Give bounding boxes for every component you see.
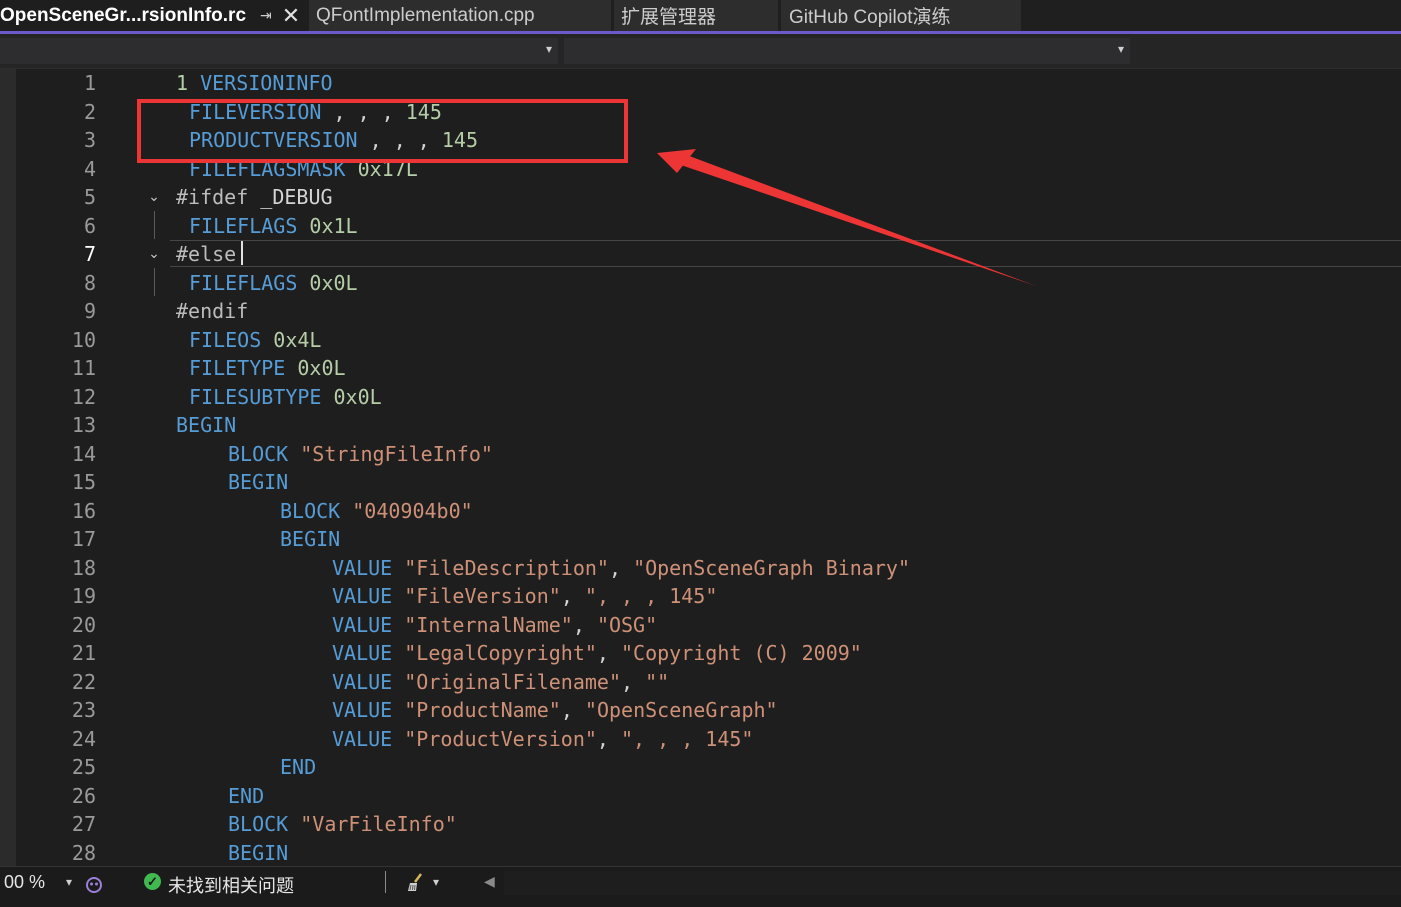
annotation-arrow-shaft — [678, 154, 1036, 286]
status-bar: 00 % ▾ ✓ 未找到相关问题 ▾ ◀ — [0, 866, 1401, 907]
copilot-icon[interactable] — [84, 875, 104, 895]
issues-status-text[interactable]: 未找到相关问题 — [168, 872, 294, 898]
horizontal-scrollbar[interactable] — [504, 871, 1401, 895]
check-circle-icon: ✓ — [144, 873, 161, 890]
scroll-left-icon[interactable]: ◀ — [484, 873, 495, 890]
code-cleanup-icon[interactable] — [404, 871, 428, 895]
zoom-level[interactable]: 00 % — [4, 872, 45, 893]
chevron-down-icon[interactable]: ▾ — [66, 875, 72, 889]
annotation-arrow — [657, 149, 1036, 286]
divider — [385, 871, 386, 893]
chevron-down-icon[interactable]: ▾ — [433, 875, 439, 889]
